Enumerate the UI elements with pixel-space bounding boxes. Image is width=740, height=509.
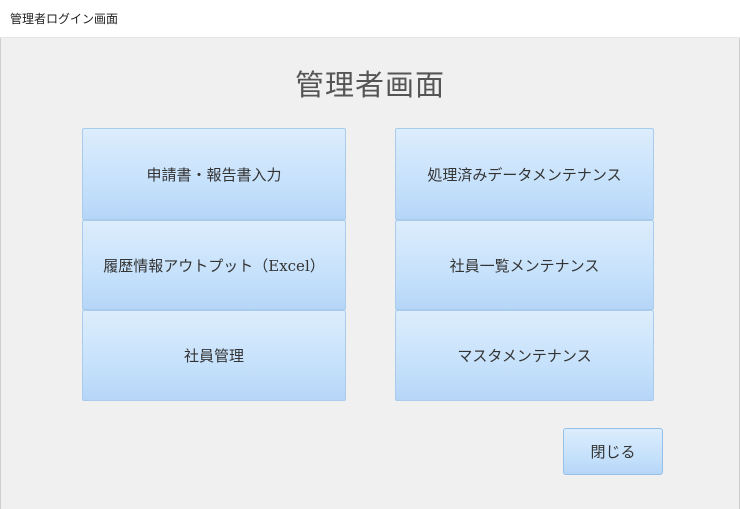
window-border-left [0, 38, 1, 509]
window-title: 管理者ログイン画面 [10, 12, 119, 26]
close-button[interactable]: 閉じる [563, 428, 663, 475]
history-excel-output-button[interactable]: 履歴情報アウトプット（Excel） [82, 220, 346, 310]
employee-management-button[interactable]: 社員管理 [82, 310, 346, 401]
employee-list-maintenance-button[interactable]: 社員一覧メンテナンス [395, 220, 654, 310]
master-maintenance-button[interactable]: マスタメンテナンス [395, 310, 654, 401]
application-report-input-button[interactable]: 申請書・報告書入力 [82, 128, 346, 220]
page-title: 管理者画面 [294, 68, 445, 102]
window-titlebar: 管理者ログイン画面 [0, 0, 740, 38]
processed-data-maintenance-button[interactable]: 処理済みデータメンテナンス [395, 128, 654, 220]
